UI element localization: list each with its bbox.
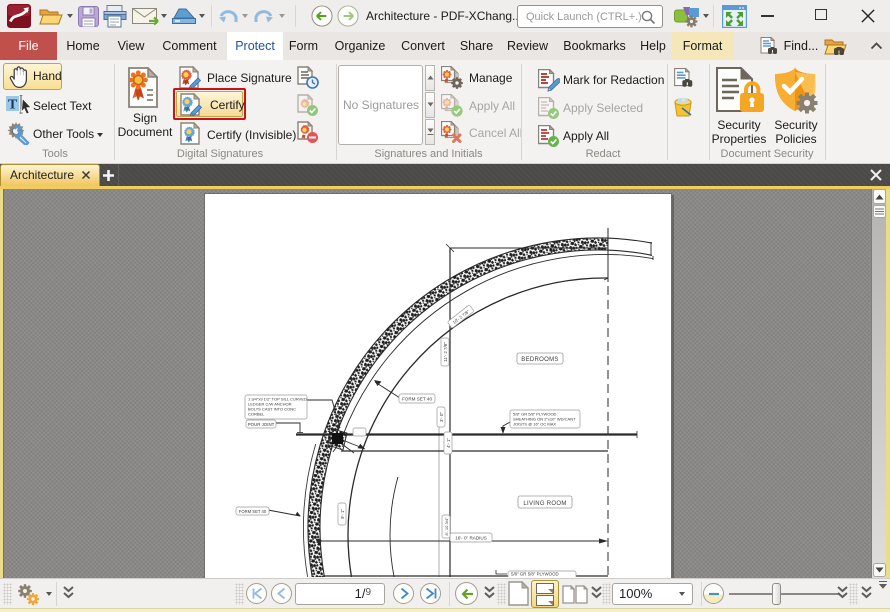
svg-text:T: T [8, 98, 18, 113]
svg-text:CORBEL: CORBEL [248, 412, 265, 417]
svg-text:FORM SET 40: FORM SET 40 [239, 509, 267, 514]
svg-text:BEDROOMS: BEDROOMS [521, 357, 558, 363]
svg-text:3'- 0": 3'- 0" [439, 412, 444, 422]
svg-text:LIVING ROOM: LIVING ROOM [523, 501, 566, 507]
svg-text:FORM SET 40: FORM SET 40 [402, 397, 432, 402]
svg-text:4'- 1": 4'- 1" [446, 438, 451, 448]
svg-text:8'- 10 3/4": 8'- 10 3/4" [444, 517, 449, 536]
svg-text:JOISTS @ 16" OC MAX: JOISTS @ 16" OC MAX [513, 422, 556, 427]
svg-text:9'- 1": 9'- 1" [340, 509, 345, 519]
svg-text:SHEATHING ON 2"x10": SHEATHING ON 2"x10" [511, 577, 558, 578]
svg-text:16'- 0" RADIUS: 16'- 0" RADIUS [455, 536, 487, 541]
svg-text:11'- 2 7/8": 11'- 2 7/8" [443, 342, 448, 362]
svg-text:POUR JOINT: POUR JOINT [248, 422, 275, 427]
